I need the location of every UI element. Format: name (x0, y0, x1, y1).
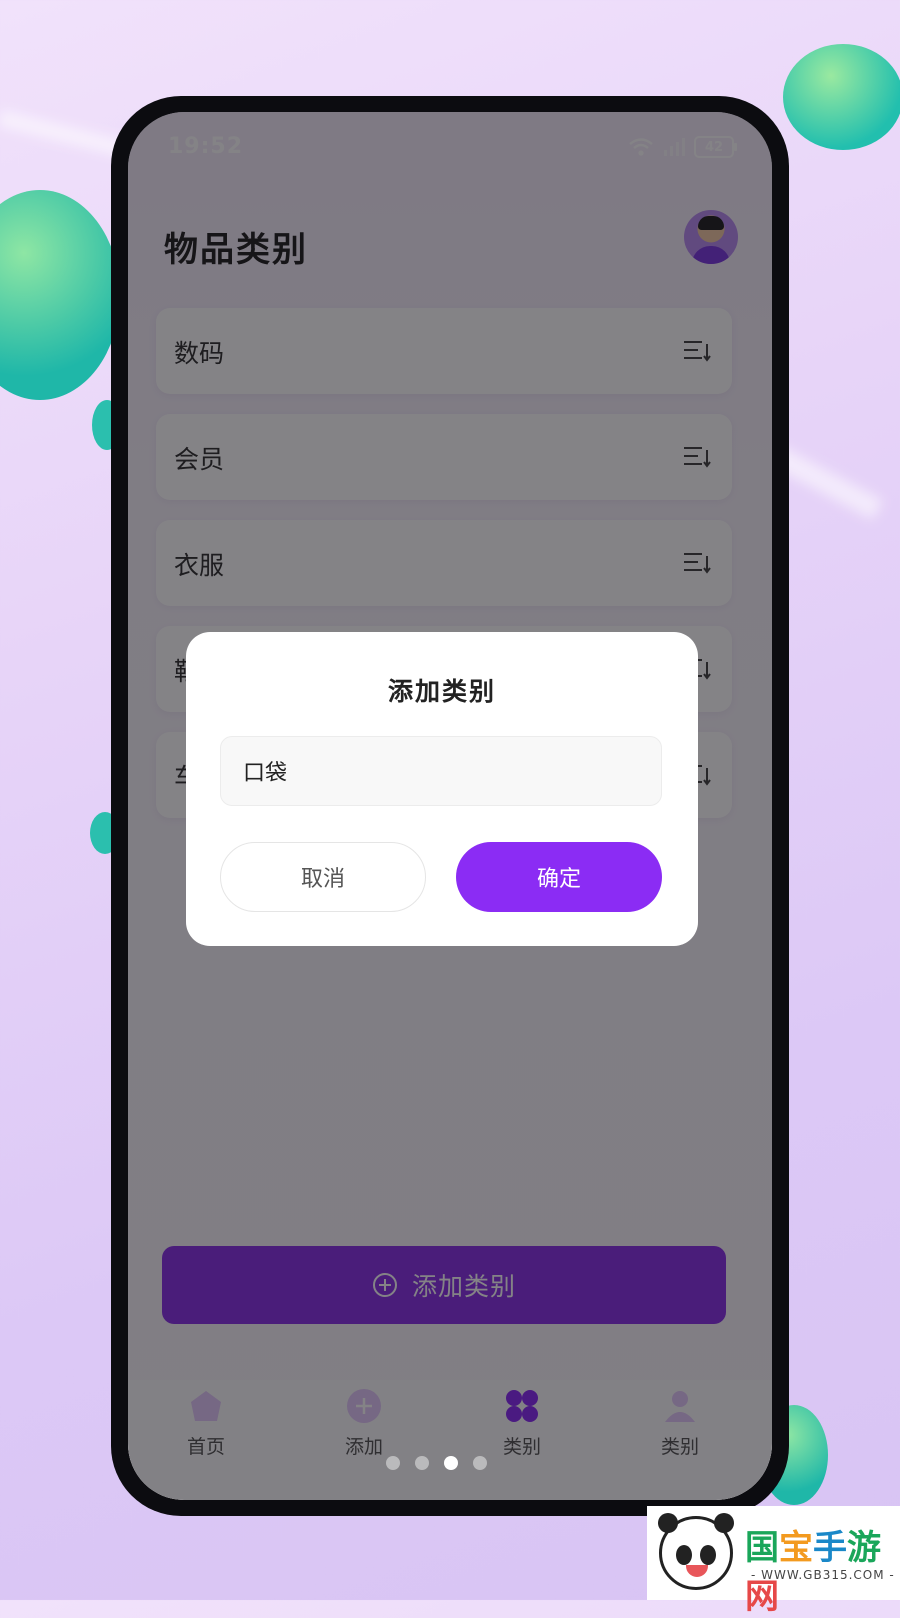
carousel-dot[interactable] (473, 1456, 487, 1470)
cancel-button[interactable]: 取消 (220, 842, 426, 912)
carousel-dot-active[interactable] (444, 1456, 458, 1470)
confirm-button[interactable]: 确定 (456, 842, 662, 912)
watermark-char: 国 (745, 1528, 779, 1568)
carousel-dot[interactable] (415, 1456, 429, 1470)
watermark-url: - WWW.GB315.COM - (751, 1568, 895, 1582)
background-bubble (0, 190, 120, 400)
phone-frame: 19:52 42 物品类别 数码 会员 衣服 (111, 96, 789, 1516)
background-bubble (783, 44, 900, 150)
watermark: 国宝手游网 - WWW.GB315.COM - (647, 1506, 900, 1617)
category-name-input[interactable]: 口袋 (220, 736, 662, 806)
panda-logo-icon (658, 1513, 734, 1590)
add-category-dialog: 添加类别 口袋 取消 确定 (186, 632, 698, 946)
watermark-char: 游 (847, 1528, 881, 1568)
app-screen: 19:52 42 物品类别 数码 会员 衣服 (128, 112, 772, 1500)
dialog-title: 添加类别 (387, 677, 496, 706)
carousel-dots (386, 1456, 487, 1470)
carousel-dot[interactable] (386, 1456, 400, 1470)
watermark-char: 宝 (779, 1528, 813, 1568)
watermark-char: 网 (745, 1577, 779, 1617)
watermark-char: 手 (813, 1528, 847, 1568)
input-value: 口袋 (243, 761, 288, 786)
